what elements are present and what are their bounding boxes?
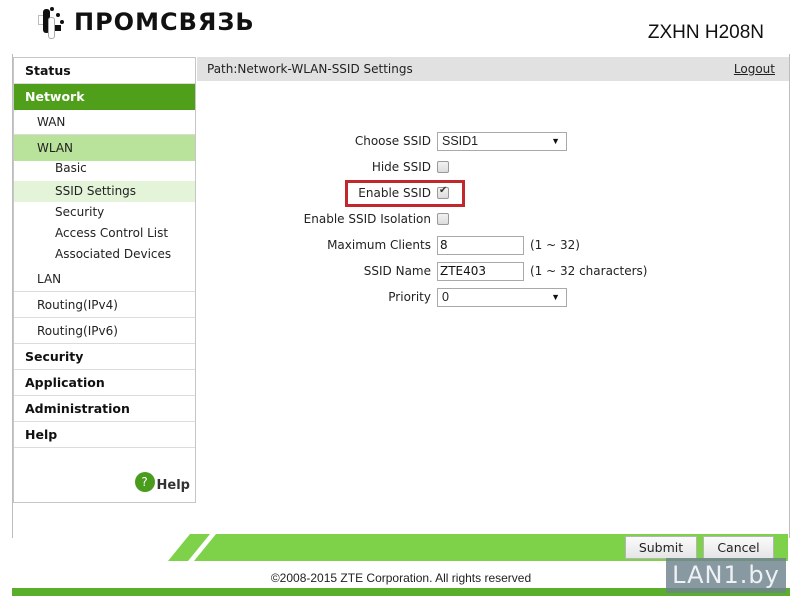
priority-value: 0: [442, 289, 449, 304]
sidebar-item-wan[interactable]: WAN: [14, 109, 195, 135]
hide-ssid-row: Hide SSID: [200, 157, 449, 177]
logout-link[interactable]: Logout: [734, 57, 775, 81]
sidebar-item-associated-devices[interactable]: Associated Devices: [14, 244, 195, 265]
sidebar-item-security[interactable]: Security: [14, 344, 195, 370]
ssid-name-input[interactable]: ZTE403: [437, 261, 524, 281]
watermark: LAN1.by: [666, 558, 786, 593]
sidebar-item-status[interactable]: Status: [14, 58, 195, 84]
sidebar-item-lan[interactable]: LAN: [14, 266, 195, 292]
submit-button[interactable]: Submit: [625, 536, 697, 559]
sidebar-item-security-wlan[interactable]: Security: [14, 202, 195, 223]
chevron-down-icon: ▼: [551, 135, 560, 146]
max-clients-label: Maximum Clients: [327, 238, 431, 252]
ssid-isolation-row: Enable SSID Isolation: [200, 209, 449, 229]
choose-ssid-label: Choose SSID: [354, 134, 431, 148]
choose-ssid-row: Choose SSID SSID1 ▼: [200, 131, 567, 151]
sidebar-item-ssid-settings[interactable]: SSID Settings: [14, 181, 195, 202]
sidebar-item-help[interactable]: Help: [14, 422, 195, 448]
sidebar-item-routing-ipv4[interactable]: Routing(IPv4): [14, 292, 195, 318]
hide-ssid-checkbox[interactable]: [437, 161, 449, 173]
logo-mark-icon: [34, 5, 68, 39]
sidebar-item-access-control-list[interactable]: Access Control List: [14, 223, 195, 244]
highlight-annotation: [345, 180, 465, 207]
sidebar-item-application[interactable]: Application: [14, 370, 195, 396]
ssid-name-label: SSID Name: [363, 264, 431, 278]
ssid-name-row: SSID Name ZTE403 (1 ~ 32 characters): [200, 261, 647, 281]
ssid-name-hint: (1 ~ 32 characters): [530, 264, 648, 278]
help-link[interactable]: ? Help: [134, 472, 190, 498]
breadcrumb: Path:Network-WLAN-SSID Settings Logout: [197, 57, 789, 81]
ssid-isolation-checkbox[interactable]: [437, 213, 449, 225]
device-model: ZXHN H208N: [647, 22, 764, 43]
sidebar-nav: Status Network WAN WLAN Basic SSID Setti…: [13, 57, 196, 503]
max-clients-row: Maximum Clients 8 (1 ~ 32): [200, 235, 580, 255]
brand-name: ПРОМСВЯЗЬ: [74, 8, 255, 36]
priority-select[interactable]: 0 ▼: [437, 287, 567, 307]
choose-ssid-value: SSID1: [442, 133, 479, 148]
sidebar-item-basic[interactable]: Basic: [14, 158, 195, 179]
sidebar-item-routing-ipv6[interactable]: Routing(IPv6): [14, 318, 195, 344]
ssid-isolation-label: Enable SSID Isolation: [303, 212, 431, 226]
max-clients-input[interactable]: 8: [437, 235, 524, 255]
chevron-down-icon: ▼: [551, 291, 560, 302]
priority-row: Priority 0 ▼: [200, 287, 567, 307]
brand-logo: ПРОМСВЯЗЬ: [34, 4, 255, 40]
cancel-button[interactable]: Cancel: [703, 536, 774, 559]
help-link-label: Help: [156, 477, 190, 493]
sidebar-item-network[interactable]: Network: [14, 84, 195, 110]
choose-ssid-select[interactable]: SSID1 ▼: [437, 131, 567, 151]
max-clients-hint: (1 ~ 32): [530, 238, 580, 252]
priority-label: Priority: [388, 290, 431, 304]
sidebar-item-administration[interactable]: Administration: [14, 396, 195, 422]
hide-ssid-label: Hide SSID: [371, 160, 431, 174]
help-icon: ?: [134, 472, 155, 492]
breadcrumb-path: Path:Network-WLAN-SSID Settings: [207, 62, 413, 76]
